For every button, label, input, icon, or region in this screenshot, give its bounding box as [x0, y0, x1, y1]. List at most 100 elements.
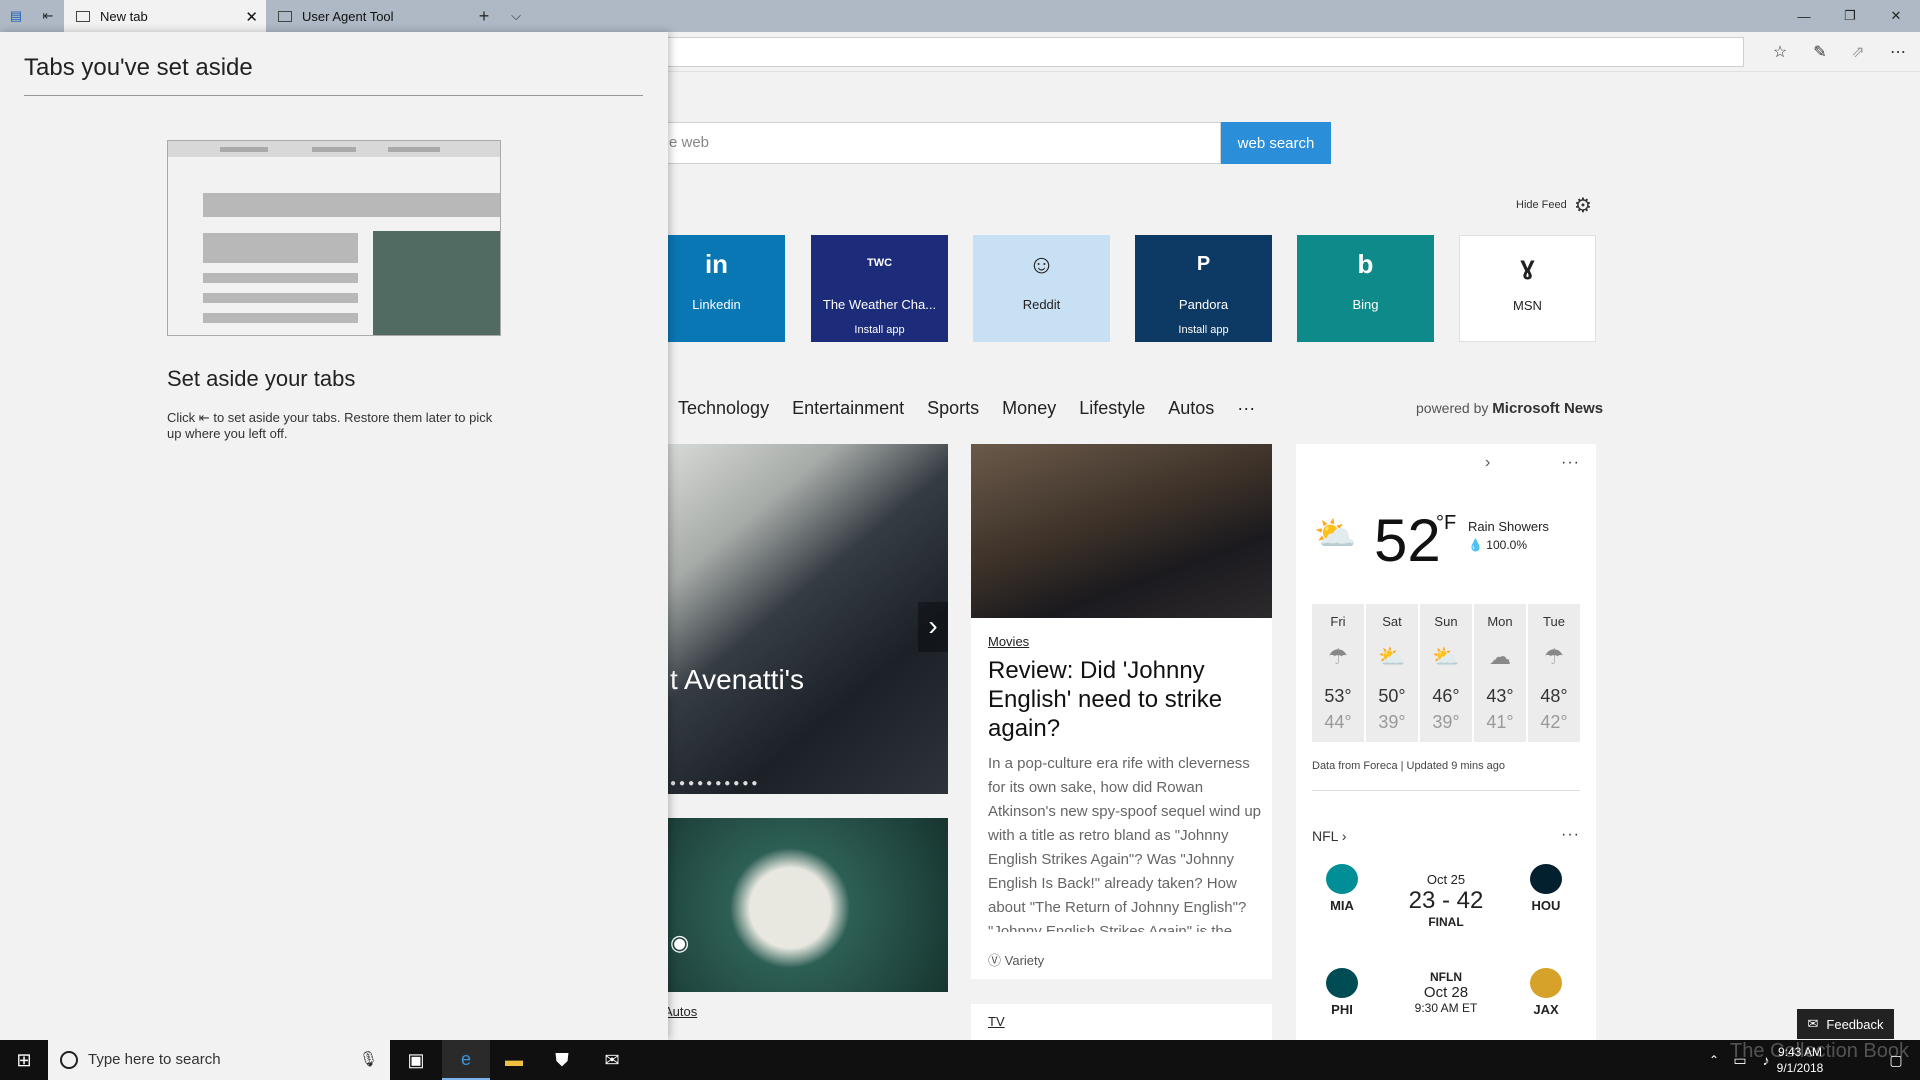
- autos-category-link[interactable]: Autos: [664, 1004, 697, 1019]
- team-away[interactable]: MIA: [1312, 864, 1372, 913]
- web-search-button[interactable]: web search: [1221, 122, 1331, 164]
- carousel-next-chevron-icon[interactable]: ›: [918, 602, 948, 652]
- nfl-more-icon[interactable]: ···: [1561, 826, 1580, 844]
- tile-msn[interactable]: ɣ MSN: [1459, 235, 1596, 342]
- forecast-day[interactable]: Mon ☁ 43° 41°: [1474, 604, 1526, 742]
- pandora-icon: P: [1196, 253, 1211, 275]
- category-money[interactable]: Money: [1002, 398, 1056, 419]
- weather-source[interactable]: Data from Foreca | Updated 9 mins ago: [1312, 760, 1505, 772]
- tv-category-link[interactable]: TV: [988, 1014, 1005, 1029]
- forecast-day[interactable]: Sun ⛅ 46° 39°: [1420, 604, 1472, 742]
- tile-reddit[interactable]: ☺ Reddit: [973, 235, 1110, 342]
- tile-label: Pandora: [1178, 297, 1229, 312]
- maximize-button[interactable]: ❐: [1827, 0, 1873, 32]
- set-aside-description: Click ⇤ to set aside your tabs. Restore …: [167, 410, 497, 442]
- watermark: The Collection Book: [1730, 1040, 1909, 1062]
- hero-caption[interactable]: t Avenatti's: [670, 664, 804, 696]
- hero-carousel[interactable]: t Avenatti's › ●●●●●●●●●●: [660, 444, 948, 794]
- precipitation: 💧 100.0%: [1468, 538, 1527, 552]
- edge-browser-icon[interactable]: e: [442, 1040, 490, 1080]
- more-icon[interactable]: ⋯: [1886, 40, 1910, 64]
- address-input[interactable]: [640, 37, 1744, 67]
- autos-image[interactable]: ◉: [660, 818, 948, 992]
- tab-user-agent-tool[interactable]: User Agent Tool: [266, 0, 466, 32]
- article-summary: In a pop-culture era rife with clevernes…: [988, 755, 1262, 932]
- forecast-day-name: Mon: [1487, 614, 1513, 629]
- category-lifestyle[interactable]: Lifestyle: [1079, 398, 1145, 419]
- hide-feed-link[interactable]: Hide Feed: [1516, 199, 1567, 211]
- temperature-unit[interactable]: °F: [1436, 512, 1456, 535]
- texans-logo-icon: [1530, 864, 1562, 894]
- forecast-day[interactable]: Fri ☂ 53° 44°: [1312, 604, 1364, 742]
- search-input[interactable]: e web: [600, 122, 1221, 164]
- tile-linkedin[interactable]: in Linkedin: [648, 235, 785, 342]
- article-category[interactable]: Movies: [988, 634, 1029, 649]
- carousel-dots[interactable]: ●●●●●●●●●●: [670, 778, 760, 789]
- category-sports[interactable]: Sports: [927, 398, 979, 419]
- article-title[interactable]: Review: Did 'Johnny English' need to str…: [988, 656, 1258, 743]
- dolphins-logo-icon: [1326, 864, 1358, 894]
- powered-by-brand[interactable]: Microsoft News: [1492, 400, 1603, 417]
- tabs-set-aside-panel: Tabs you've set aside Set aside your tab…: [0, 32, 668, 1040]
- install-app-link[interactable]: Install app: [1135, 324, 1272, 336]
- forecast-day-name: Sat: [1382, 614, 1402, 629]
- current-temperature: 52: [1374, 507, 1441, 574]
- team-home[interactable]: JAX: [1516, 968, 1576, 1017]
- close-window-button[interactable]: ✕: [1873, 0, 1919, 32]
- microphone-icon[interactable]: 🎙: [359, 1050, 378, 1068]
- category-autos[interactable]: Autos: [1168, 398, 1214, 419]
- feedback-button[interactable]: ✉ Feedback: [1797, 1009, 1894, 1039]
- article-card[interactable]: Movies Review: Did 'Johnny English' need…: [971, 444, 1272, 979]
- close-tab-icon[interactable]: ✕: [245, 8, 258, 26]
- illustration-block: [203, 233, 358, 263]
- nfl-header[interactable]: NFL ›: [1312, 828, 1347, 844]
- powered-by: powered by Microsoft News: [1416, 400, 1603, 417]
- pen-icon[interactable]: ✎: [1808, 40, 1832, 64]
- tile-weather-channel[interactable]: TWC The Weather Cha... Install app: [811, 235, 948, 342]
- article-image[interactable]: [971, 444, 1272, 618]
- set-aside-tabs-icon[interactable]: ⇤: [36, 4, 60, 28]
- task-view-icon[interactable]: ▣: [392, 1040, 440, 1080]
- file-explorer-icon[interactable]: ▬: [490, 1040, 538, 1080]
- tabs-aside-icon[interactable]: ▤: [4, 4, 28, 28]
- desc-before: Click: [167, 410, 196, 425]
- nfl-label: NFL: [1312, 828, 1338, 844]
- favorites-icon[interactable]: ☆: [1768, 40, 1792, 64]
- tile-label: The Weather Cha...: [822, 297, 937, 312]
- more-categories-button[interactable]: ···: [1237, 398, 1255, 419]
- weather-chevron-right-icon[interactable]: ›: [1485, 454, 1490, 472]
- install-app-link[interactable]: Install app: [811, 324, 948, 336]
- tv-card[interactable]: TV: [971, 1004, 1272, 1040]
- divider: [1312, 790, 1580, 791]
- team-abbr: HOU: [1531, 898, 1561, 913]
- minimize-button[interactable]: —: [1781, 0, 1827, 32]
- tile-bing[interactable]: b Bing: [1297, 235, 1434, 342]
- desc-after: to set aside your tabs. Restore them lat…: [167, 410, 493, 441]
- category-technology[interactable]: Technology: [678, 398, 769, 419]
- new-tab-button[interactable]: +: [472, 4, 496, 28]
- tab-list-chevron-icon[interactable]: ⌵: [504, 4, 528, 28]
- forecast-day-name: Fri: [1330, 614, 1346, 629]
- tile-label: MSN: [1513, 298, 1542, 313]
- start-windows-icon[interactable]: ⊞: [0, 1040, 48, 1080]
- weather-condition: Rain Showers: [1468, 519, 1549, 534]
- team-away[interactable]: PHI: [1312, 968, 1372, 1017]
- category-entertainment[interactable]: Entertainment: [792, 398, 904, 419]
- tile-pandora[interactable]: P Pandora Install app: [1135, 235, 1272, 342]
- forecast-high: 53°: [1324, 686, 1352, 706]
- team-home[interactable]: HOU: [1516, 864, 1576, 913]
- illustration-block: [203, 193, 500, 217]
- jaguars-logo-icon: [1530, 968, 1562, 998]
- gear-icon[interactable]: ⚙: [1574, 193, 1592, 218]
- taskbar-search[interactable]: Type here to search 🎙: [48, 1040, 390, 1080]
- game-info[interactable]: NFLN Oct 28 9:30 AM ET: [1391, 970, 1501, 1015]
- forecast-day[interactable]: Tue ☂ 48° 42°: [1528, 604, 1580, 742]
- msn-butterfly-icon: ɣ: [1520, 250, 1535, 280]
- mail-icon[interactable]: ✉: [588, 1040, 636, 1080]
- tab-new-tab[interactable]: New tab ✕: [64, 0, 266, 32]
- weather-more-icon[interactable]: ···: [1561, 454, 1580, 472]
- game-info[interactable]: Oct 25 23 - 42 FINAL: [1391, 872, 1501, 929]
- forecast-day[interactable]: Sat ⛅ 50° 39°: [1366, 604, 1418, 742]
- share-icon[interactable]: ⇗: [1846, 40, 1870, 64]
- store-icon[interactable]: ⛊: [538, 1040, 586, 1080]
